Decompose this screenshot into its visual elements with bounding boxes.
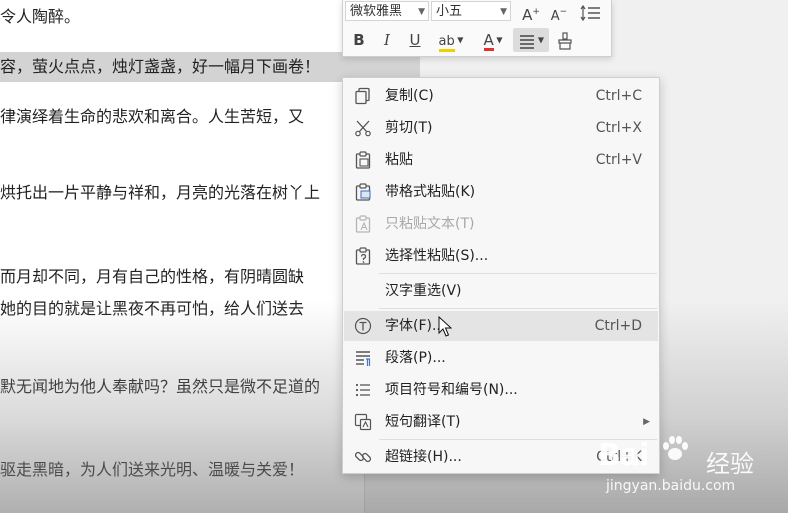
paragraph-icon (356, 351, 371, 366)
menu-item-paste-special[interactable]: 选择性粘贴(S)... (344, 241, 658, 271)
font-color-label: A (483, 31, 494, 51)
menu-item-label: 复制(C) (385, 88, 434, 104)
menu-item-shortcut: Ctrl+X (595, 120, 642, 136)
context-menu: 复制(C) Ctrl+C 剪切(T) Ctrl+X 粘贴 Ctrl+V 带格式粘… (342, 77, 660, 474)
menu-item-label: 带格式粘贴(K) (385, 184, 476, 200)
link-icon (354, 451, 372, 463)
line-spacing-icon (580, 4, 600, 21)
font-name-combo[interactable]: 微软雅黑 ▼ (345, 1, 429, 21)
menu-item-paste-text-only[interactable]: 只粘贴文本(T) (344, 209, 658, 239)
bullets-icon (355, 383, 370, 397)
menu-item-shortcut: Ctrl+V (595, 152, 642, 168)
shrink-font-button[interactable]: A− (547, 0, 571, 24)
highlight-button[interactable]: ab ▼ (433, 28, 469, 52)
watermark-brand: Bai (598, 438, 649, 473)
paw-icon (663, 436, 688, 460)
menu-item-reselect-hanzi[interactable]: 汉字重选(V) (344, 276, 658, 306)
format-painter-button[interactable] (553, 28, 577, 52)
paste-icon (355, 151, 371, 169)
menu-item-paste[interactable]: 粘贴 Ctrl+V (344, 145, 658, 175)
menu-separator (379, 273, 657, 274)
align-justify-icon (519, 34, 534, 49)
line-spacing-button[interactable] (575, 0, 609, 24)
menu-item-label: 段落(P)... (385, 350, 446, 366)
minus-icon: − (559, 7, 568, 17)
italic-button[interactable]: I (375, 28, 399, 52)
grow-font-label: A (522, 6, 533, 24)
menu-item-paste-keep-format[interactable]: 带格式粘贴(K) (344, 177, 658, 207)
mouse-pointer-icon (438, 316, 452, 337)
grow-font-button[interactable]: A+ (519, 0, 543, 24)
chevron-down-icon: ▼ (537, 35, 545, 45)
mini-toolbar-row-format: B I U ab ▼ A ▼ ▼ (345, 28, 609, 52)
menu-item-label: 项目符号和编号(N)... (385, 382, 518, 398)
mini-toolbar: 微软雅黑 ▼ 小五 ▼ A+ A− B I U ab ▼ A ▼ ▼ (342, 0, 612, 57)
paste-format-icon (355, 183, 371, 201)
copy-icon (355, 87, 370, 105)
menu-item-label: 短句翻译(T) (385, 414, 461, 430)
chevron-down-icon: ▼ (500, 7, 507, 17)
font-color-button[interactable]: A ▼ (475, 28, 511, 52)
menu-item-paragraph[interactable]: 段落(P)... (344, 343, 658, 373)
menu-item-label: 汉字重选(V) (385, 283, 462, 299)
baidu-jingyan-watermark: Bai 经验 jingyan.baidu.com (598, 428, 778, 498)
font-name-value: 微软雅黑 (350, 4, 403, 19)
bold-button[interactable]: B (347, 28, 371, 52)
chevron-down-icon: ▼ (454, 35, 464, 45)
menu-item-label: 剪切(T) (385, 120, 433, 136)
menu-item-label: 字体(F)... (385, 318, 446, 334)
align-button[interactable]: ▼ (513, 28, 549, 52)
watermark-brand-suffix: 经验 (706, 450, 754, 478)
format-painter-icon (558, 31, 572, 50)
chevron-down-icon: ▼ (493, 35, 503, 45)
mini-toolbar-row-font: 微软雅黑 ▼ 小五 ▼ A+ A− (345, 0, 609, 24)
chevron-down-icon: ▼ (418, 7, 425, 17)
menu-item-bullets-numbering[interactable]: 项目符号和编号(N)... (344, 375, 658, 405)
watermark-url: jingyan.baidu.com (606, 478, 736, 494)
menu-item-shortcut: Ctrl+D (594, 318, 642, 334)
highlight-label: ab (438, 35, 455, 52)
paste-text-icon (355, 215, 371, 233)
paste-special-icon (355, 247, 371, 265)
menu-item-font[interactable]: 字体(F)... Ctrl+D (344, 311, 658, 341)
font-icon (354, 317, 372, 335)
shrink-font-label: A (550, 9, 560, 24)
underline-button[interactable]: U (403, 28, 427, 52)
font-size-combo[interactable]: 小五 ▼ (431, 1, 511, 21)
menu-item-label: 超链接(H)... (385, 449, 462, 465)
menu-item-label: 粘贴 (385, 152, 413, 168)
menu-item-cut[interactable]: 剪切(T) Ctrl+X (344, 113, 658, 143)
translate-icon (354, 413, 372, 431)
menu-item-label: 只粘贴文本(T) (385, 216, 475, 232)
menu-item-copy[interactable]: 复制(C) Ctrl+C (344, 81, 658, 111)
font-size-value: 小五 (436, 4, 463, 19)
menu-item-shortcut: Ctrl+C (595, 88, 642, 104)
menu-separator (379, 308, 657, 309)
plus-icon: + (532, 7, 540, 17)
scissors-icon (355, 120, 371, 137)
menu-item-label: 选择性粘贴(S)... (385, 248, 489, 264)
